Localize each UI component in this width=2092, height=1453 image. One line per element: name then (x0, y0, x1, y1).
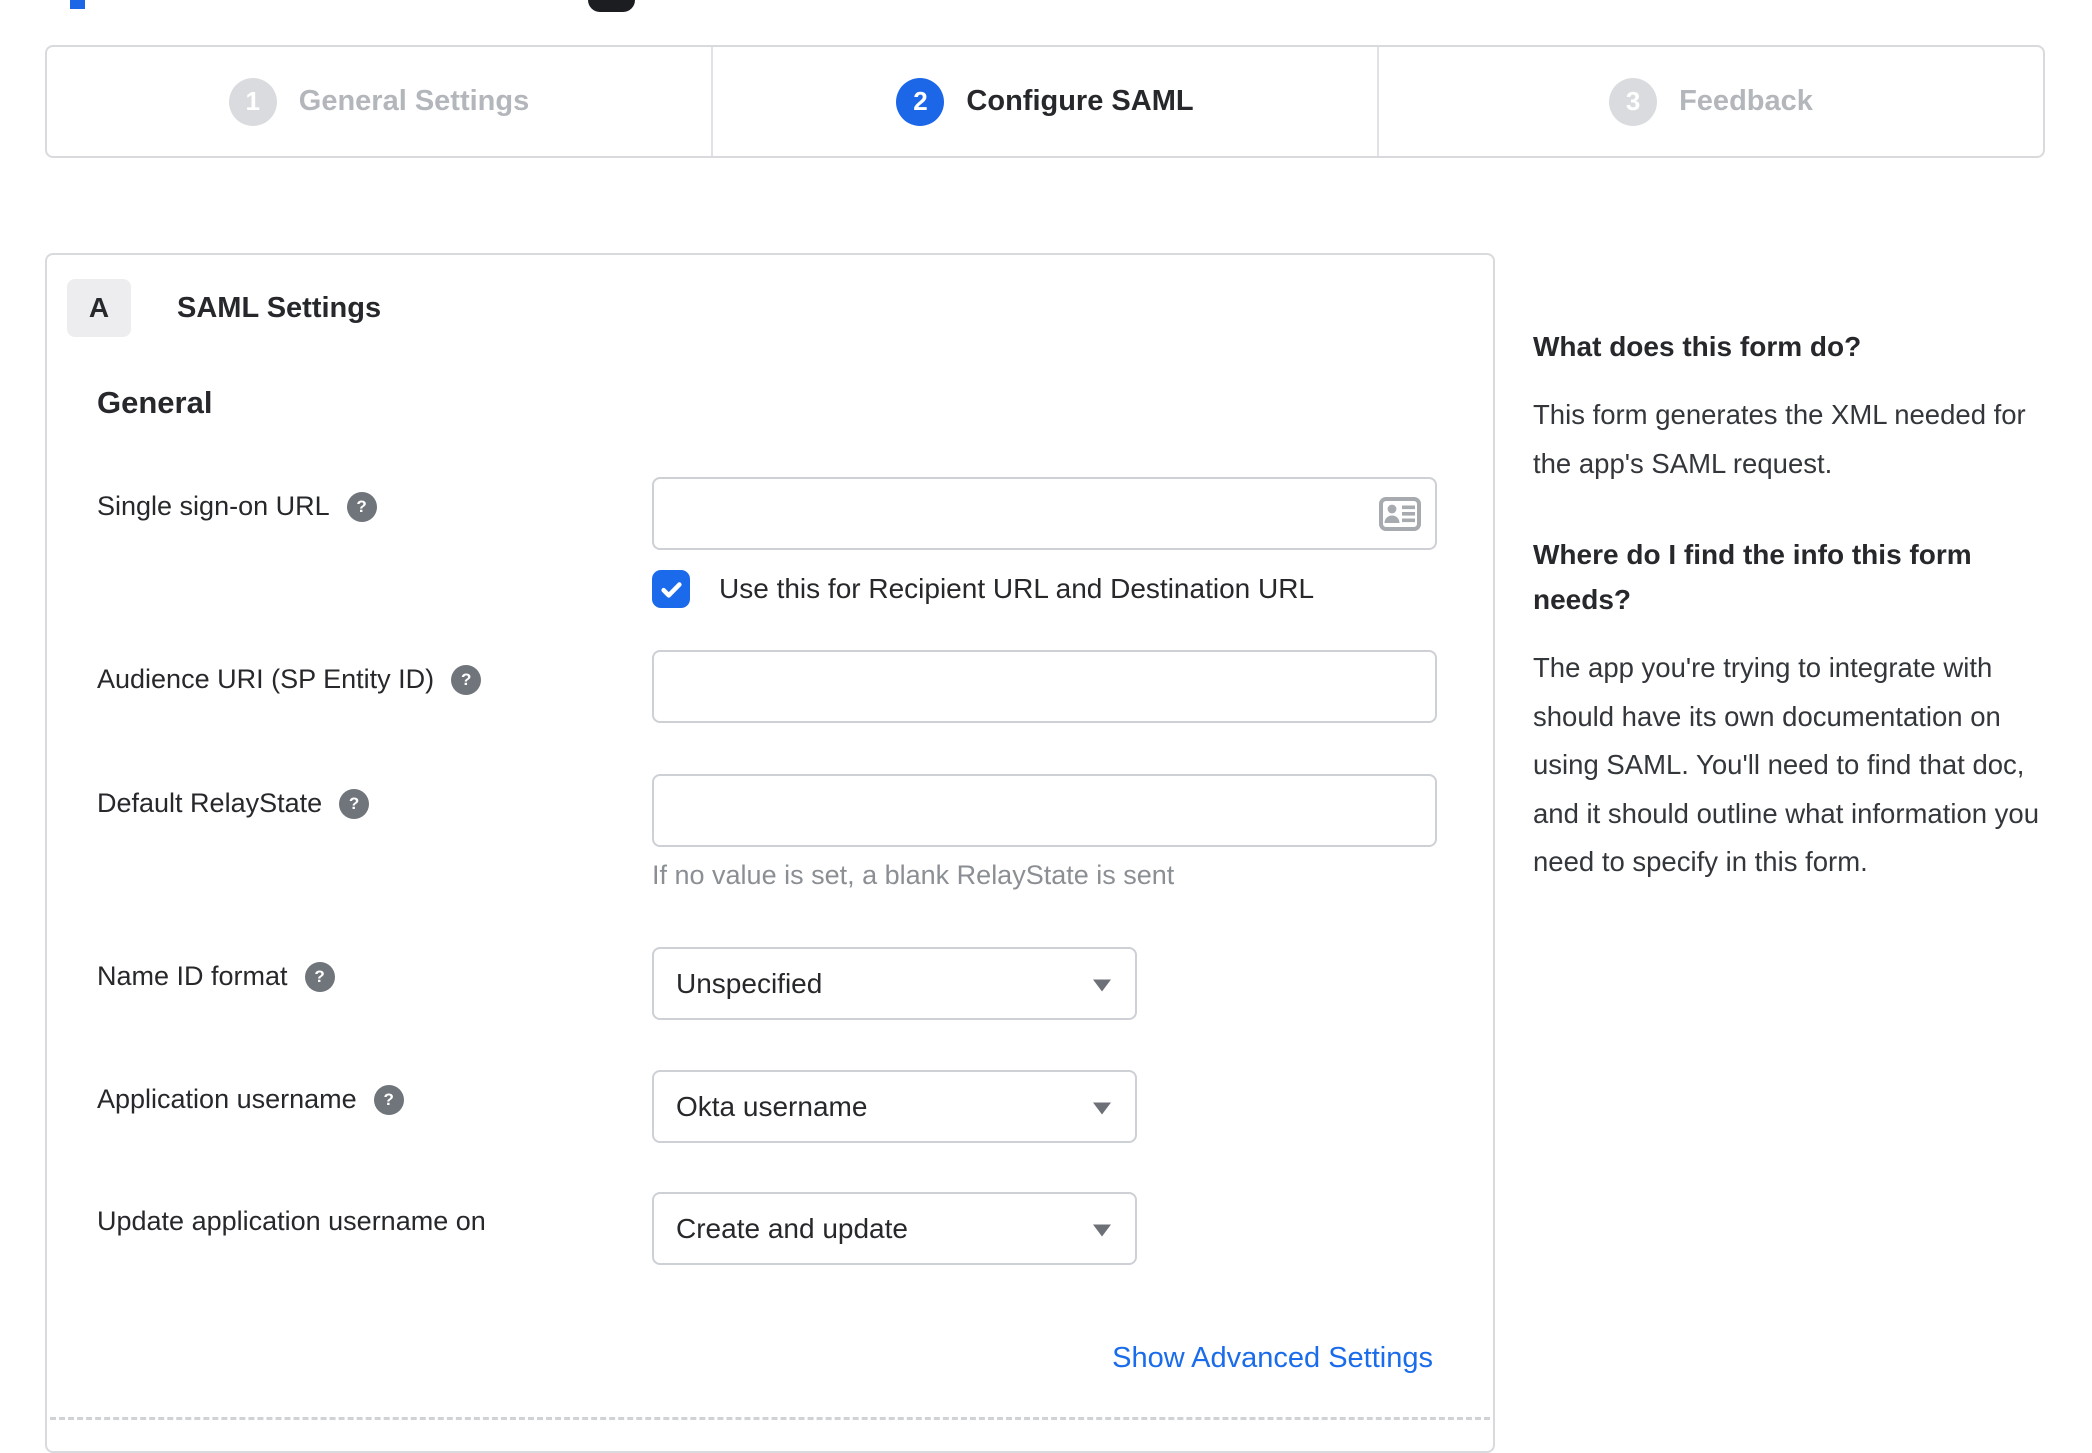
checkmark-icon (660, 581, 682, 598)
help-question-body: The app you're trying to integrate with … (1533, 652, 2040, 877)
step-number-badge: 1 (228, 77, 277, 126)
field-row-name-id-format: Name ID format ? Unspecified (47, 947, 1493, 1020)
relay-state-input[interactable] (652, 774, 1437, 847)
help-icon[interactable]: ? (304, 961, 335, 992)
update-app-username-label: Update application username on (97, 1206, 486, 1236)
relay-state-label: Default RelayState ? (97, 788, 370, 819)
application-username-label: Application username ? (97, 1084, 404, 1115)
selected-value: Okta username (676, 1090, 868, 1122)
selected-value: Create and update (676, 1212, 908, 1244)
step-number-badge: 2 (896, 77, 945, 126)
recipient-url-checkbox-label: Use this for Recipient URL and Destinati… (719, 573, 1315, 604)
recipient-url-checkbox-row: Use this for Recipient URL and Destinati… (652, 570, 1314, 608)
chevron-down-icon (1093, 1223, 1111, 1236)
contact-card-icon (1379, 496, 1421, 531)
sso-url-input[interactable] (652, 477, 1437, 550)
help-question-body: This form generates the XML needed for t… (1533, 399, 2026, 479)
clipped-tab-indicator-fragment (70, 0, 85, 9)
field-row-audience-uri: Audience URI (SP Entity ID) ? (47, 650, 1493, 723)
step-label: Configure SAML (966, 85, 1194, 117)
field-row-sso-url: Single sign-on URL ? Use this for Recipi… (47, 477, 1493, 608)
step-configure-saml[interactable]: 2 Configure SAML (711, 47, 1377, 156)
audience-uri-field-wrap (652, 650, 1437, 723)
help-icon[interactable]: ? (346, 491, 377, 522)
chevron-down-icon (1093, 1101, 1111, 1114)
sso-url-label: Single sign-on URL ? (97, 491, 377, 522)
saml-settings-panel: A SAML Settings General Single sign-on U… (45, 253, 1495, 1453)
update-app-username-select[interactable]: Create and update (652, 1192, 1137, 1265)
show-advanced-settings-link[interactable]: Show Advanced Settings (1112, 1342, 1433, 1375)
use-for-recipient-checkbox[interactable] (652, 570, 690, 608)
panel-title: SAML Settings (177, 291, 382, 324)
step-feedback[interactable]: 3 Feedback (1377, 47, 2043, 156)
wizard-stepper: 1 General Settings 2 Configure SAML 3 Fe… (45, 45, 2045, 158)
relay-state-hint: If no value is set, a blank RelayState i… (652, 860, 1175, 890)
help-question-title: What does this form do? (1533, 331, 1862, 362)
chevron-down-icon (1093, 978, 1111, 991)
help-icon[interactable]: ? (339, 788, 370, 819)
selected-value: Unspecified (676, 967, 823, 999)
general-section-heading: General (97, 385, 213, 420)
dashed-section-divider (50, 1417, 1490, 1420)
step-label: General Settings (298, 85, 530, 117)
clipped-logo-fragment (588, 0, 635, 12)
name-id-format-label: Name ID format ? (97, 961, 335, 992)
help-sidebar: What does this form do? This form genera… (1533, 324, 2055, 931)
help-icon[interactable]: ? (451, 664, 482, 695)
application-username-select[interactable]: Okta username (652, 1070, 1137, 1143)
help-icon[interactable]: ? (373, 1084, 404, 1115)
name-id-format-select[interactable]: Unspecified (652, 947, 1137, 1020)
step-label: Feedback (1679, 85, 1813, 117)
field-row-relay-state: Default RelayState ? If no value is set,… (47, 774, 1493, 890)
audience-uri-label: Audience URI (SP Entity ID) ? (97, 664, 482, 695)
relay-state-field-wrap (652, 774, 1437, 847)
section-badge-a: A (67, 279, 131, 337)
field-row-update-app-username: Update application username on Create an… (47, 1192, 1493, 1265)
audience-uri-input[interactable] (652, 650, 1437, 723)
field-row-application-username: Application username ? Okta username (47, 1070, 1493, 1143)
panel-header: A SAML Settings (67, 279, 381, 337)
help-question-title: Where do I find the info this form needs… (1533, 539, 1972, 615)
step-general-settings[interactable]: 1 General Settings (47, 47, 711, 156)
step-number-badge: 3 (1609, 77, 1658, 126)
sso-url-field-wrap (652, 477, 1437, 550)
